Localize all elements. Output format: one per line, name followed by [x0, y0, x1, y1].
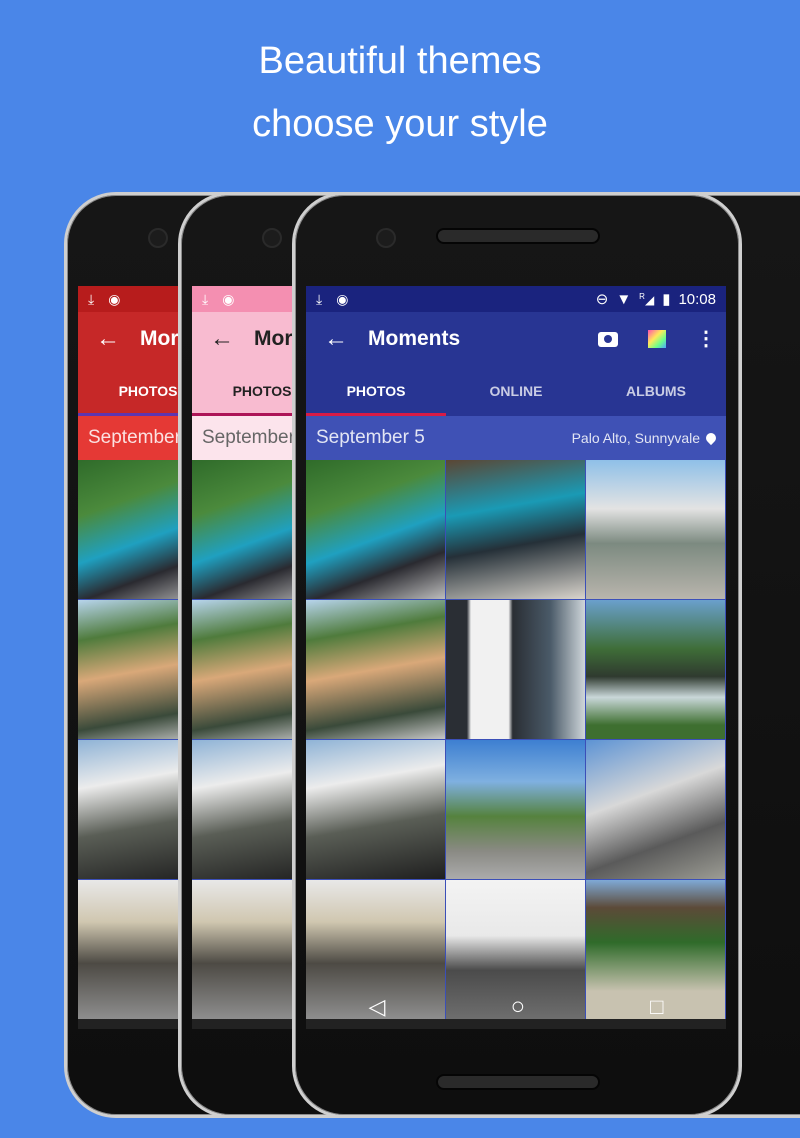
app-title: Moments: [368, 327, 461, 350]
date-header: September 5 Palo Alto, Sunnyvale: [306, 416, 726, 460]
download-icon: ⤓: [88, 290, 95, 307]
overflow-menu-icon[interactable]: ⋮: [696, 329, 716, 349]
photo-thumbnail[interactable]: [306, 740, 445, 879]
camera-icon[interactable]: [598, 331, 618, 347]
android-icon: ◉: [108, 290, 121, 307]
download-icon: ⤓: [316, 290, 323, 307]
android-icon: ◉: [222, 290, 235, 307]
roaming-indicator: R: [639, 291, 645, 301]
section-date: September: [88, 427, 181, 448]
phone-screen: ⤓ ◉ ⊖ ▼ R◢ ▮ 10:08 ← Moments ⋮ PHOTOS ON…: [306, 286, 726, 1029]
headline-line-1: Beautiful themes: [258, 40, 542, 82]
system-nav-bar: ◁ ○ □: [306, 985, 726, 1029]
status-bar: ⤓ ◉ ⊖ ▼ R◢ ▮ 10:08: [306, 286, 726, 312]
back-arrow-icon[interactable]: ←: [96, 325, 140, 353]
headline-line-2: choose your style: [252, 103, 548, 145]
location-text: Palo Alto, Sunnyvale: [571, 430, 700, 446]
front-camera: [262, 228, 282, 248]
clock: 10:08: [678, 290, 716, 308]
section-location[interactable]: Palo Alto, Sunnyvale: [571, 430, 719, 446]
photo-thumbnail[interactable]: [446, 600, 585, 739]
app-title: Mor: [254, 327, 293, 350]
phone-indigo-theme: ⤓ ◉ ⊖ ▼ R◢ ▮ 10:08 ← Moments ⋮ PHOTOS ON…: [292, 192, 742, 1118]
tab-indicator: [306, 413, 446, 416]
android-icon: ◉: [336, 290, 349, 307]
tab-photos[interactable]: PHOTOS: [306, 366, 446, 416]
photo-thumbnail[interactable]: [586, 740, 725, 879]
cell-signal-icon: R◢: [639, 291, 655, 307]
download-icon: ⤓: [202, 290, 209, 307]
wifi-icon: ▼: [616, 290, 632, 308]
nav-back-button[interactable]: ◁: [369, 994, 386, 1020]
front-camera: [148, 228, 168, 248]
back-arrow-icon[interactable]: ←: [210, 325, 254, 353]
app-title: Mor: [140, 327, 179, 350]
photo-thumbnail[interactable]: [446, 460, 585, 599]
section-date: September: [202, 427, 295, 448]
front-camera: [376, 228, 396, 248]
photo-grid: [306, 460, 726, 1019]
tab-bar: PHOTOS ONLINE ALBUMS: [306, 366, 726, 416]
photo-thumbnail[interactable]: [586, 460, 725, 599]
photo-thumbnail[interactable]: [586, 600, 725, 739]
photo-thumbnail[interactable]: [446, 740, 585, 879]
photo-thumbnail[interactable]: [306, 460, 445, 599]
photo-thumbnail[interactable]: [306, 600, 445, 739]
section-date: September 5: [316, 427, 425, 448]
do-not-disturb-icon: ⊖: [595, 291, 609, 308]
earpiece-speaker: [436, 228, 600, 244]
tab-online[interactable]: ONLINE: [446, 366, 586, 416]
app-bar: ← Moments ⋮: [306, 312, 726, 366]
nav-home-button[interactable]: ○: [511, 993, 526, 1021]
location-pin-icon: [703, 430, 719, 446]
theme-palette-icon[interactable]: [648, 330, 666, 348]
bottom-speaker: [436, 1074, 600, 1090]
tab-albums[interactable]: ALBUMS: [586, 366, 726, 416]
nav-recents-button[interactable]: □: [650, 994, 663, 1020]
back-arrow-icon[interactable]: ←: [324, 325, 368, 353]
battery-charging-icon: ▮: [662, 291, 671, 308]
